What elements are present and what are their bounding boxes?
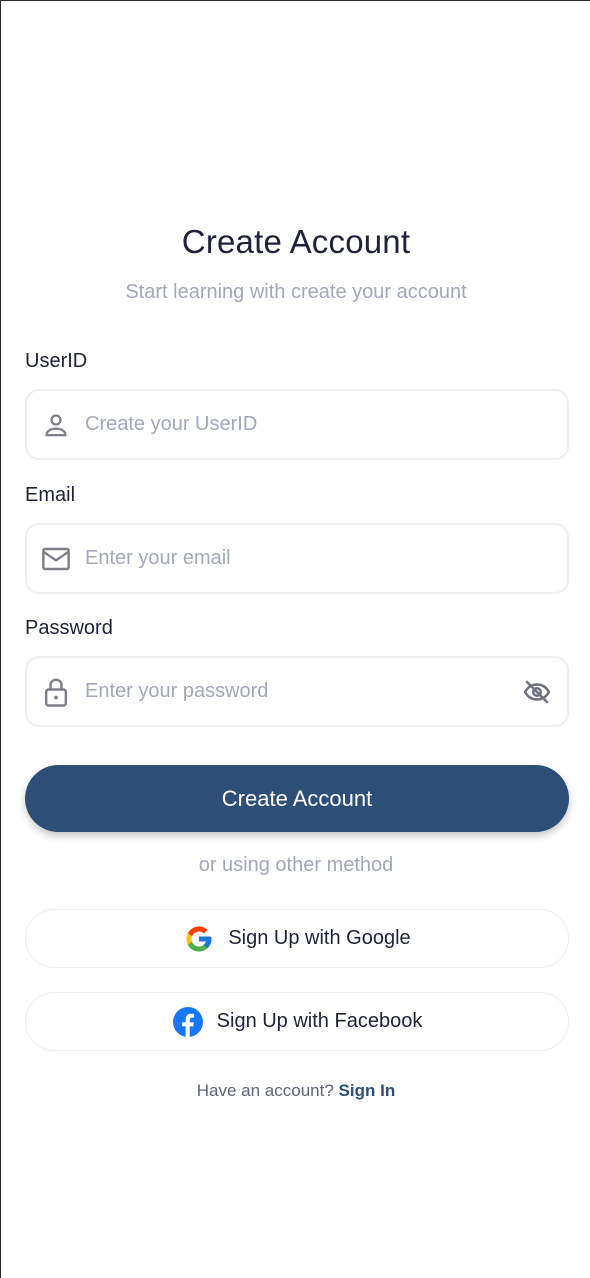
- divider-text: or using other method: [198, 854, 394, 876]
- email-field-container[interactable]: [25, 523, 569, 594]
- facebook-icon: [172, 1006, 204, 1038]
- facebook-signup-label: Sign Up with Facebook: [216, 1010, 423, 1032]
- email-input[interactable]: [85, 547, 567, 570]
- userid-field-container[interactable]: [25, 389, 569, 460]
- facebook-signup-button[interactable]: Sign Up with Facebook: [25, 992, 569, 1051]
- password-input[interactable]: [85, 680, 521, 703]
- eye-off-icon[interactable]: [521, 676, 553, 708]
- page-title: Create Account: [181, 223, 411, 260]
- page-subtitle: Start learning with create your account: [125, 281, 467, 303]
- create-account-screen: Create Account Start learning with creat…: [0, 0, 590, 1278]
- google-signup-label: Sign Up with Google: [228, 927, 411, 949]
- signin-prompt: Have an account? Sign In: [1, 1081, 590, 1101]
- userid-label: UserID: [25, 350, 88, 372]
- password-field-container[interactable]: [25, 656, 569, 727]
- signin-link[interactable]: Sign In: [339, 1081, 396, 1100]
- create-account-button[interactable]: Create Account: [25, 765, 569, 832]
- person-icon: [40, 409, 72, 441]
- mail-icon: [40, 543, 72, 575]
- google-icon: [183, 923, 215, 955]
- email-label: Email: [25, 484, 76, 506]
- password-label: Password: [25, 617, 113, 639]
- signin-prompt-text: Have an account?: [196, 1081, 334, 1100]
- userid-input[interactable]: [85, 413, 567, 436]
- lock-icon: [40, 676, 72, 708]
- google-signup-button[interactable]: Sign Up with Google: [25, 909, 569, 968]
